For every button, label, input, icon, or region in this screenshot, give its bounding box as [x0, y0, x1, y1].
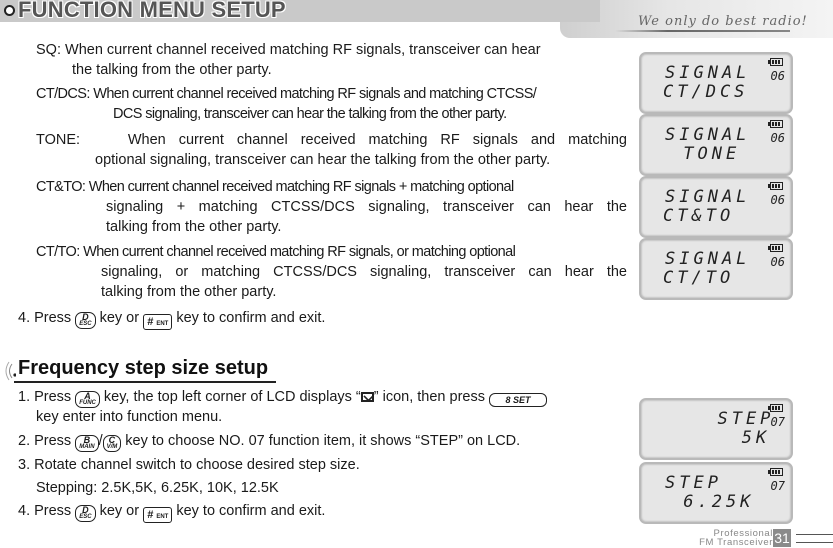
step-text: 1. Press: [18, 389, 72, 405]
mode-ctto-or-cont: signaling, or matching CTCSS/DCS signali…: [101, 264, 627, 280]
lcd-menu-number: 06: [770, 69, 785, 83]
func-key-icon: A FUNC: [75, 391, 100, 408]
lcd-line-1: SIGNAL: [665, 249, 751, 269]
lcd-display: SIGNAL CT/DCS 06: [639, 52, 793, 114]
mode-label: CT&TO:: [36, 179, 86, 195]
ent-key-icon: # ENT: [143, 314, 173, 330]
battery-icon: [768, 468, 783, 476]
mode-ctto-and-cont2: talking from the other party.: [106, 219, 282, 235]
lcd-line-2: 5K: [699, 428, 771, 448]
lcd-menu-number: 06: [770, 131, 785, 145]
lcd-menu-number: 07: [770, 415, 785, 429]
main-key-icon: B MAIN: [75, 435, 99, 452]
lcd-display: STEP 6.25K 07: [639, 462, 793, 524]
page-number: 31: [773, 529, 791, 547]
mode-tone-cont: optional signaling, transceiver can hear…: [95, 152, 551, 168]
mode-text: When current channel received matching R…: [65, 42, 541, 58]
lcd-line-2: TONE: [669, 144, 741, 164]
lcd-menu-number: 06: [770, 193, 785, 207]
stepping-values: Stepping: 2.5K,5K, 6.25K, 10K, 12.5K: [36, 480, 279, 496]
mode-label: TONE:: [36, 132, 81, 148]
step-3: 3. Rotate channel switch to choose desir…: [18, 457, 360, 473]
step-1: 1. Press A FUNC key, the top left corner …: [18, 387, 548, 408]
battery-icon: [768, 404, 783, 412]
mode-ctto-or: CT/TO: When current channel received mat…: [36, 242, 627, 262]
lcd-line-1: SIGNAL: [665, 187, 751, 207]
slogan: We only do best radio!: [638, 14, 808, 29]
step-1-cont: key enter into function menu.: [36, 409, 223, 425]
mode-tone: TONE: When current channel received matc…: [36, 130, 627, 150]
mode-label: CT/DCS:: [36, 86, 90, 102]
lcd-display: STEP 5K 07: [639, 398, 793, 460]
lcd-line-2: 6.25K: [669, 492, 755, 512]
set-key-icon: 8 SET: [489, 393, 548, 407]
mode-text: When current channel received matching R…: [93, 86, 537, 102]
signal-waves-icon: [5, 361, 16, 381]
step-text: key or: [99, 310, 140, 326]
battery-icon: [768, 182, 783, 190]
mode-ctto-and-cont: signaling + matching CTCSS/DCS signaling…: [106, 199, 627, 215]
step-text: 4. Press: [18, 310, 72, 326]
step-text: key, the top left corner of LCD displays…: [103, 389, 361, 405]
lcd-line-1: SIGNAL: [665, 125, 751, 145]
mode-ctto-and: CT&TO: When current channel received mat…: [36, 177, 627, 197]
section-title: Frequency step size setup: [18, 357, 269, 379]
lcd-line-2: CT/DCS: [663, 82, 749, 102]
esc-key-icon: D ESC: [75, 505, 96, 522]
step-2: 2. Press B MAIN / C V/M key to choose NO. 07…: [18, 431, 520, 452]
mode-label: SQ:: [36, 42, 61, 58]
footer-rule: [796, 542, 833, 543]
footer-label: Professional FM Transceiver: [696, 529, 773, 548]
envelope-icon: [360, 392, 374, 402]
lcd-line-1: SIGNAL: [665, 63, 751, 83]
mode-ctdcs: CT/DCS: When current channel received ma…: [36, 84, 627, 104]
bullet-icon: [4, 5, 15, 16]
mode-text: When current channel received matching R…: [127, 132, 627, 148]
step-text: key to confirm and exit.: [176, 503, 326, 519]
lcd-line-1: STEP: [665, 473, 722, 493]
lcd-line-1: STEP: [689, 409, 775, 429]
step-text: ” icon, then press: [373, 389, 485, 405]
battery-icon: [768, 58, 783, 66]
footer-line-2: FM Transceiver: [699, 537, 773, 548]
mode-sq: SQ: When current channel received matchi…: [36, 40, 627, 60]
lcd-menu-number: 07: [770, 479, 785, 493]
battery-icon: [768, 120, 783, 128]
mode-label: CT/TO:: [36, 244, 80, 260]
mode-ctdcs-cont: DCS signaling, transceiver can hear the …: [113, 106, 507, 122]
step-text: 4. Press: [18, 503, 72, 519]
mode-ctto-or-cont2: talking from the other party.: [101, 284, 277, 300]
step-text: key to confirm and exit.: [176, 310, 326, 326]
mode-text: When current channel received matching R…: [88, 179, 514, 195]
step-confirm-exit: 4. Press D ESC key or # ENT key to confir…: [18, 308, 325, 330]
battery-icon: [768, 244, 783, 252]
vm-key-icon: C V/M: [102, 435, 122, 452]
step-4: 4. Press D ESC key or # ENT key to confir…: [18, 501, 325, 523]
lcd-menu-number: 06: [770, 255, 785, 269]
lcd-display: SIGNAL TONE 06: [639, 114, 793, 176]
section-underline: [14, 381, 276, 383]
slogan-underline: [615, 30, 790, 32]
step-text: 2. Press: [18, 433, 72, 449]
mode-sq-cont: the talking from the other party.: [72, 62, 272, 78]
separator: /: [98, 433, 103, 449]
footer-rule: [796, 534, 833, 535]
esc-key-icon: D ESC: [75, 312, 96, 329]
mode-text: When current channel received matching R…: [83, 244, 516, 260]
page-header: FUNCTION MENU SETUP We only do best radi…: [0, 0, 833, 38]
lcd-line-2: CT&TO: [663, 206, 735, 226]
step-text: key or: [99, 503, 140, 519]
step-text: key to choose NO. 07 function item, it s…: [125, 433, 521, 449]
lcd-display: SIGNAL CT&TO 06: [639, 176, 793, 238]
page-title: FUNCTION MENU SETUP: [18, 0, 286, 22]
lcd-line-2: CT/TO: [663, 268, 735, 288]
ent-key-icon: # ENT: [143, 507, 173, 523]
lcd-display: SIGNAL CT/TO 06: [639, 238, 793, 300]
